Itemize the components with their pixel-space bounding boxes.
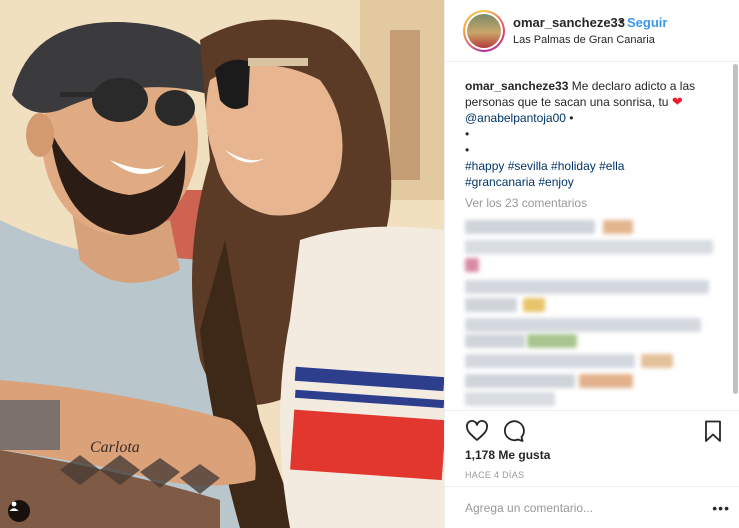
- avatar-image: [467, 14, 501, 48]
- comment-input[interactable]: [465, 499, 705, 517]
- comments-scrollbar[interactable]: [733, 62, 738, 410]
- view-all-comments-link[interactable]: Ver los 23 comentarios: [465, 196, 587, 210]
- caption: omar_sancheze33 Me declaro adicto a las …: [465, 78, 727, 190]
- username-link[interactable]: omar_sancheze33: [513, 15, 625, 30]
- post-timestamp[interactable]: HACE 4 DÍAS: [465, 470, 524, 480]
- post-photo[interactable]: Carlota: [0, 0, 444, 528]
- hashtags-line[interactable]: #grancanaria #enjoy: [465, 175, 574, 189]
- location-link[interactable]: Las Palmas de Gran Canaria: [513, 34, 655, 46]
- add-comment-bar: •••: [445, 486, 739, 528]
- scrollbar-thumb[interactable]: [733, 64, 738, 394]
- photo-illustration: Carlota: [0, 0, 444, 528]
- heart-outline-icon[interactable]: [465, 419, 489, 443]
- post-side-panel: omar_sancheze33 • Seguir Las Palmas de G…: [444, 0, 739, 528]
- more-options-button[interactable]: •••: [712, 500, 730, 516]
- mention-link[interactable]: @anabelpantoja00: [465, 111, 566, 125]
- caption-bullet: •: [465, 143, 470, 157]
- caption-username[interactable]: omar_sancheze33: [465, 79, 568, 93]
- likes-count[interactable]: 1,178 Me gusta: [465, 448, 550, 462]
- tattoo-text: Carlota: [90, 439, 140, 456]
- user-tag-icon: [9, 501, 19, 511]
- post-header: omar_sancheze33 • Seguir Las Palmas de G…: [445, 0, 739, 62]
- bookmark-icon[interactable]: [701, 419, 725, 443]
- user-tag-button[interactable]: [8, 500, 30, 522]
- avatar[interactable]: [463, 10, 505, 52]
- comment-bubble-icon[interactable]: [501, 419, 525, 443]
- caption-bullet: •: [569, 111, 574, 125]
- comments-area: omar_sancheze33 Me declaro adicto a las …: [445, 62, 739, 410]
- hashtags-line[interactable]: #happy #sevilla #holiday #ella: [465, 159, 624, 173]
- red-heart-emoji: ❤: [671, 94, 683, 109]
- caption-bullet: •: [465, 127, 470, 141]
- follow-button[interactable]: Seguir: [627, 15, 667, 30]
- action-bar: [445, 410, 739, 448]
- separator-dot: •: [619, 14, 624, 29]
